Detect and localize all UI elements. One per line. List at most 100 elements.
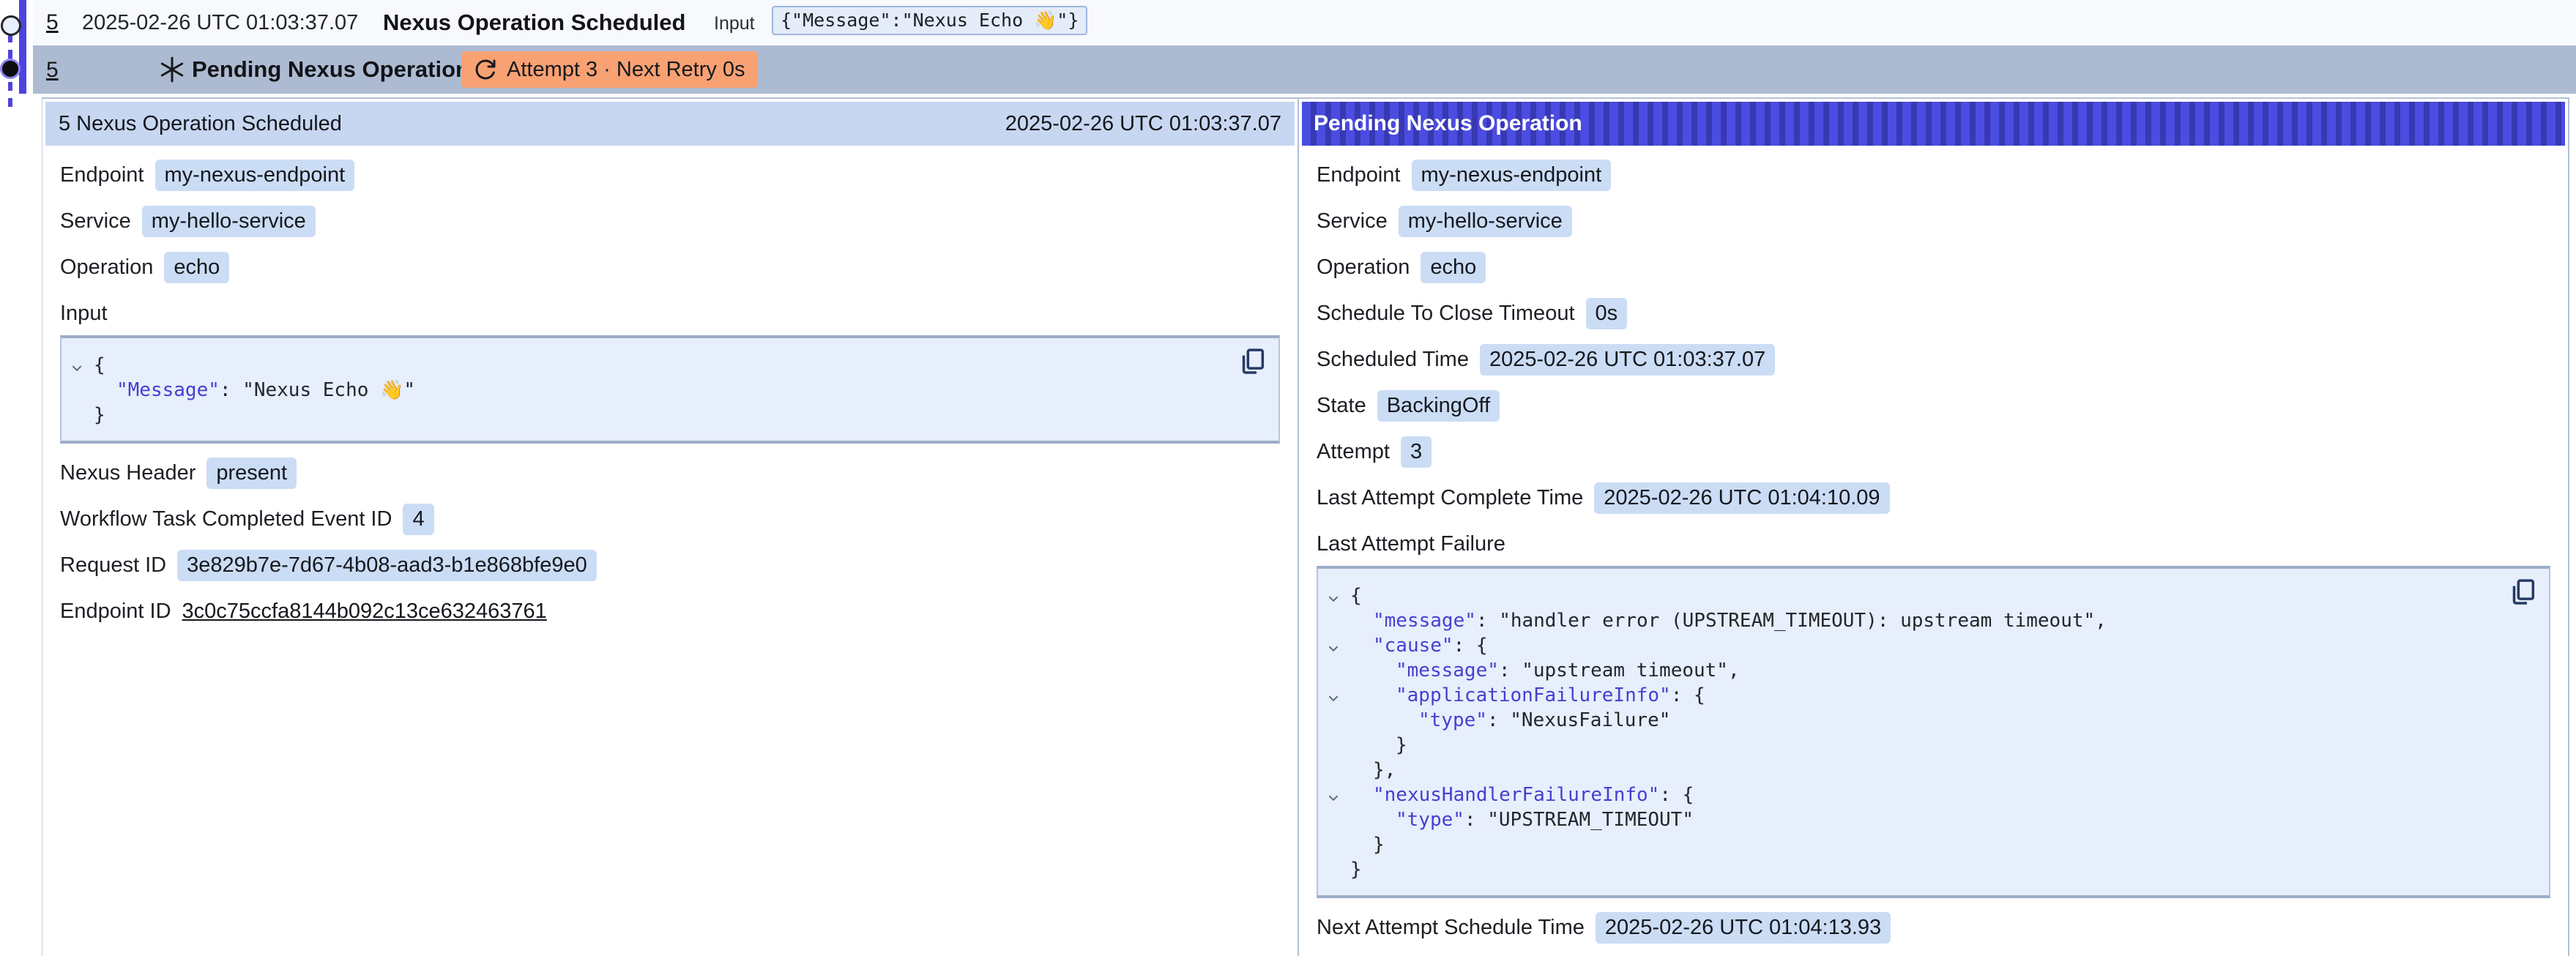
detail-field: Schedule To Close Timeout0s (1317, 296, 2550, 330)
collapse-toggle[interactable] (1327, 589, 1350, 602)
field-label: Last Attempt Complete Time (1317, 486, 1583, 510)
event-id-link[interactable]: 5 (46, 10, 59, 35)
json-text: "message": "upstream timeout", (1350, 658, 1740, 683)
field-label: Attempt (1317, 440, 1390, 464)
field-label: Endpoint (60, 163, 144, 187)
collapse-toggle[interactable] (1327, 788, 1350, 801)
field-label: Workflow Task Completed Event ID (60, 507, 392, 531)
field-value-badge: echo (164, 252, 229, 283)
json-line: "nexusHandlerFailureInfo": { (1327, 783, 2505, 807)
field-value-badge: my-hello-service (1399, 206, 1572, 237)
panel-title: Pending Nexus Operation (1314, 111, 1582, 136)
field-label: Operation (60, 255, 153, 280)
json-text: "nexusHandlerFailureInfo": { (1350, 783, 1694, 807)
json-text: "type": "NexusFailure" (1350, 708, 1670, 733)
json-text: } (94, 403, 105, 427)
field-label: Nexus Header (60, 461, 196, 485)
pending-meta-fields: Next Attempt Schedule Time2025-02-26 UTC… (1317, 911, 2550, 944)
detail-field: Last Attempt Complete Time 2025-02-26 UTC… (1317, 481, 2550, 515)
event-input-value[interactable]: {"Message":"Nexus Echo 👋"} (772, 6, 1087, 35)
json-line: "cause": { (1327, 633, 2505, 658)
field-label: Request ID (60, 553, 166, 578)
event-detail-panels: 5 Nexus Operation Scheduled 2025-02-26 U… (42, 97, 2569, 956)
copy-button[interactable] (1237, 347, 1268, 378)
scheduled-event-panel: 5 Nexus Operation Scheduled 2025-02-26 U… (42, 99, 1299, 956)
field-label: Next Attempt Schedule Time (1317, 916, 1585, 940)
failure-section-label: Last Attempt Failure (1317, 532, 2550, 556)
json-text: "cause": { (1350, 633, 1488, 658)
timeline-node-selected-icon[interactable] (2, 61, 18, 77)
detail-field: Operation echo (60, 250, 1280, 284)
field-label: Endpoint (1317, 163, 1401, 187)
copy-icon (2509, 578, 2538, 607)
collapse-chevron-icon (1327, 692, 1340, 705)
field-value-badge: 3e829b7e-7d67-4b08-aad3-b1e868bfe9e0 (177, 550, 597, 581)
field-value-badge: 3 (1401, 436, 1432, 468)
json-text: } (1350, 857, 1362, 882)
input-json-viewer: {"Message": "Nexus Echo 👋"} (60, 335, 1280, 444)
field-value-badge: BackingOff (1377, 390, 1500, 422)
pending-operation-row[interactable]: 5 Pending Nexus Operation Attempt 3 · Ne… (33, 45, 2576, 94)
json-text: } (1350, 832, 1385, 857)
detail-field: Servicemy-hello-service (1317, 204, 2550, 238)
retry-status-badge: Attempt 3 · Next Retry 0s (461, 51, 758, 88)
field-value-badge: present (206, 458, 297, 489)
detail-field: Service my-hello-service (60, 204, 1280, 238)
json-line: } (1327, 832, 2505, 857)
json-line: "message": "upstream timeout", (1327, 658, 2505, 683)
pending-operation-title: Pending Nexus Operation (192, 56, 469, 83)
field-label: Service (60, 209, 131, 234)
collapse-chevron-icon (70, 362, 83, 375)
detail-field: Attempt 3 (1317, 435, 2550, 468)
event-input-label: Input (714, 13, 755, 34)
field-label: Operation (1317, 255, 1410, 280)
json-text: { (94, 353, 105, 378)
json-line: { (70, 353, 1235, 378)
detail-field: Request ID 3e829b7e-7d67-4b08-aad3-b1e868… (60, 548, 1280, 582)
scheduled-meta-fields: Nexus Header present Workflow Task Complet… (60, 456, 1280, 628)
field-value-badge: my-nexus-endpoint (155, 160, 355, 191)
event-timestamp: 2025-02-26 UTC 01:03:37.07 (82, 11, 358, 35)
field-label: Scheduled Time (1317, 348, 1469, 372)
collapse-toggle[interactable] (1327, 688, 1350, 701)
detail-field: Operationecho (1317, 250, 2550, 284)
pending-operation-panel: Pending Nexus Operation Endpointmy-nexus… (1299, 99, 2568, 956)
scheduled-fields: Endpoint my-nexus-endpoint Service my-hello… (60, 158, 1280, 284)
pending-event-id-link[interactable]: 5 (46, 58, 59, 83)
pending-fields: Endpointmy-nexus-endpointServicemy-hello… (1317, 158, 2550, 515)
timeline-node-open-icon[interactable] (1, 15, 21, 36)
json-line: { (1327, 583, 2505, 608)
field-label: State (1317, 394, 1366, 418)
collapse-chevron-icon (1327, 791, 1340, 804)
collapse-toggle[interactable] (70, 358, 94, 371)
json-text: "Message": "Nexus Echo 👋" (94, 378, 415, 403)
input-section-label: Input (60, 302, 1280, 326)
event-title: Nexus Operation Scheduled (383, 10, 685, 36)
field-value-badge: 2025-02-26 UTC 01:04:10.09 (1594, 482, 1889, 514)
json-line: "type": "NexusFailure" (1327, 708, 2505, 733)
detail-field: Endpoint my-nexus-endpoint (60, 158, 1280, 192)
json-line: } (70, 403, 1235, 427)
field-value-badge: 4 (403, 504, 433, 535)
detail-field: Nexus Header present (60, 456, 1280, 490)
json-line: "Message": "Nexus Echo 👋" (70, 378, 1235, 403)
json-text: }, (1350, 758, 1396, 783)
copy-icon (1238, 347, 1267, 376)
collapse-toggle[interactable] (1327, 638, 1350, 651)
copy-button[interactable] (2508, 578, 2539, 608)
field-value-badge: 0s (1586, 298, 1628, 329)
field-value-badge: my-hello-service (142, 206, 316, 237)
timeline-active-bar (19, 0, 26, 94)
pending-panel-header: Pending Nexus Operation (1302, 102, 2565, 146)
json-line: }, (1327, 758, 2505, 783)
field-value-link[interactable]: 3c0c75ccfa8144b092c13ce632463761 (182, 600, 547, 624)
collapse-chevron-icon (1327, 592, 1340, 605)
event-summary-row[interactable]: 5 2025-02-26 UTC 01:03:37.07 Nexus Opera… (33, 0, 2576, 45)
retry-icon (474, 58, 497, 81)
detail-field: Workflow Task Completed Event ID 4 (60, 502, 1280, 536)
failure-json-code: {"message": "handler error (UPSTREAM_TIM… (1327, 583, 2505, 882)
json-text: } (1350, 733, 1407, 758)
retry-status-text: Attempt 3 · Next Retry 0s (507, 58, 745, 82)
json-line: } (1327, 733, 2505, 758)
detail-field: Scheduled Time2025-02-26 UTC 01:03:37.07 (1317, 343, 2550, 376)
